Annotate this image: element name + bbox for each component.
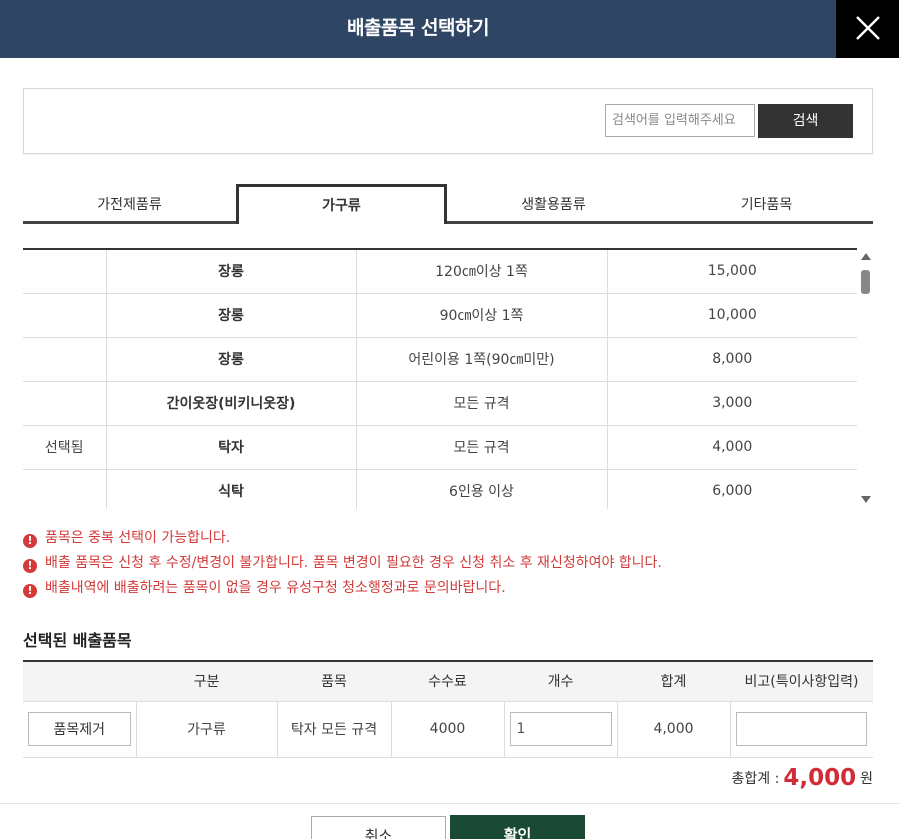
selected-items-table: 구분 품목 수수료 개수 합계 비고(특이사항입력) 품목제거 가구류 탁자 모… xyxy=(23,660,873,758)
header-item: 품목 xyxy=(277,660,391,702)
count-input[interactable] xyxy=(509,712,612,746)
item-name: 장롱 xyxy=(105,249,356,294)
note-cell xyxy=(729,701,873,758)
item-status xyxy=(23,293,106,338)
search-input[interactable] xyxy=(605,104,755,137)
item-table: 장롱 120㎝이상 1쪽 15,000 장롱 90㎝이상 1쪽 10,000 장… xyxy=(23,248,857,509)
alert-icon: ! xyxy=(23,534,37,548)
header-fee: 수수료 xyxy=(391,660,504,702)
item-list: 장롱 120㎝이상 1쪽 15,000 장롱 90㎝이상 1쪽 10,000 장… xyxy=(23,244,873,509)
total-summary: 총합계 :4,000 원 xyxy=(732,763,873,793)
notice-text: 품목은 중복 선택이 가능합니다. xyxy=(45,530,231,546)
total-unit: 원 xyxy=(860,771,873,787)
close-icon xyxy=(856,16,880,40)
table-row[interactable]: 식탁 6인용 이상 6,000 xyxy=(23,469,857,509)
scroll-thumb[interactable] xyxy=(861,270,870,294)
item-fee: 3,000 xyxy=(606,381,857,426)
scroll-up-arrow-icon[interactable] xyxy=(861,253,871,260)
search-panel: 검색 xyxy=(23,88,873,154)
item-spec: 모든 규격 xyxy=(355,381,607,426)
notice-text: 배출내역에 배출하려는 품목이 없을 경우 유성구청 청소행정과로 문의바랍니다… xyxy=(45,580,506,596)
confirm-button[interactable]: 확인 xyxy=(450,815,585,839)
item-fee: 8,000 xyxy=(606,337,857,382)
selected-sum: 4,000 xyxy=(616,701,730,758)
tab-others[interactable]: 기타품목 xyxy=(660,184,873,224)
scroll-down-arrow-icon[interactable] xyxy=(861,496,871,503)
search-button[interactable]: 검색 xyxy=(758,104,853,138)
footer-divider xyxy=(0,803,899,804)
tab-furniture[interactable]: 가구류 xyxy=(236,184,447,224)
count-cell xyxy=(503,701,617,758)
item-status: 선택됨 xyxy=(23,425,106,470)
tab-appliances[interactable]: 가전제품류 xyxy=(23,184,236,224)
notice-item: ! 배출 품목은 신청 후 수정/변경이 불가합니다. 품목 변경이 필요한 경우… xyxy=(23,553,873,578)
item-fee: 6,000 xyxy=(606,469,857,509)
selected-item: 탁자 모든 규격 xyxy=(276,701,391,758)
alert-icon: ! xyxy=(23,584,37,598)
item-name: 식탁 xyxy=(105,469,356,509)
item-fee: 10,000 xyxy=(606,293,857,338)
item-spec: 90㎝이상 1쪽 xyxy=(355,293,607,338)
table-row: 품목제거 가구류 탁자 모든 규격 4000 4,000 xyxy=(23,701,873,758)
table-row[interactable]: 장롱 90㎝이상 1쪽 10,000 xyxy=(23,293,857,338)
item-status xyxy=(23,249,106,294)
remove-cell: 품목제거 xyxy=(23,701,136,758)
close-button[interactable] xyxy=(836,0,899,58)
table-row[interactable]: 선택됨 탁자 모든 규격 4,000 xyxy=(23,425,857,470)
header-sum: 합계 xyxy=(617,660,730,702)
item-fee: 15,000 xyxy=(606,249,857,294)
notice-text: 배출 품목은 신청 후 수정/변경이 불가합니다. 품목 변경이 필요한 경우 … xyxy=(45,555,662,571)
total-label: 총합계 : xyxy=(731,771,780,787)
header-count: 개수 xyxy=(504,660,617,702)
item-name: 장롱 xyxy=(105,293,356,338)
item-spec: 120㎝이상 1쪽 xyxy=(355,249,607,294)
notice-item: ! 품목은 중복 선택이 가능합니다. xyxy=(23,528,873,553)
table-header-row: 구분 품목 수수료 개수 합계 비고(특이사항입력) xyxy=(23,660,873,702)
header-action xyxy=(23,660,136,702)
header-category: 구분 xyxy=(136,660,277,702)
notice-item: ! 배출내역에 배출하려는 품목이 없을 경우 유성구청 청소행정과로 문의바랍니… xyxy=(23,578,873,603)
alert-icon: ! xyxy=(23,559,37,573)
item-name: 탁자 xyxy=(105,425,356,470)
selected-items-title: 선택된 배출품목 xyxy=(23,631,132,650)
table-row[interactable]: 장롱 어린이용 1쪽(90㎝미만) 8,000 xyxy=(23,337,857,382)
item-fee: 4,000 xyxy=(606,425,857,470)
item-status xyxy=(23,337,106,382)
item-status xyxy=(23,381,106,426)
item-spec: 6인용 이상 xyxy=(355,469,607,509)
tab-household-goods[interactable]: 생활용품류 xyxy=(447,184,660,224)
remove-item-button[interactable]: 품목제거 xyxy=(27,712,131,746)
dialog-title: 배출품목 선택하기 xyxy=(347,17,489,39)
total-amount: 4,000 xyxy=(783,765,857,791)
cancel-button[interactable]: 취소 xyxy=(311,816,446,839)
selected-category: 가구류 xyxy=(135,701,277,758)
header-note: 비고(특이사항입력) xyxy=(730,660,873,702)
dialog-header: 배출품목 선택하기 xyxy=(0,0,899,58)
selected-fee: 4000 xyxy=(390,701,504,758)
list-scrollbar[interactable] xyxy=(859,248,873,509)
item-status xyxy=(23,469,106,509)
item-spec: 모든 규격 xyxy=(355,425,607,470)
table-row[interactable]: 장롱 120㎝이상 1쪽 15,000 xyxy=(23,249,857,294)
table-row[interactable]: 간이옷장(비키니옷장) 모든 규격 3,000 xyxy=(23,381,857,426)
category-tabs: 가전제품류 가구류 생활용품류 기타품목 xyxy=(23,184,873,224)
notice-list: ! 품목은 중복 선택이 가능합니다. ! 배출 품목은 신청 후 수정/변경이 불… xyxy=(23,528,873,603)
item-name: 간이옷장(비키니옷장) xyxy=(105,381,356,426)
item-name: 장롱 xyxy=(105,337,356,382)
note-input[interactable] xyxy=(736,712,868,746)
item-spec: 어린이용 1쪽(90㎝미만) xyxy=(355,337,607,382)
